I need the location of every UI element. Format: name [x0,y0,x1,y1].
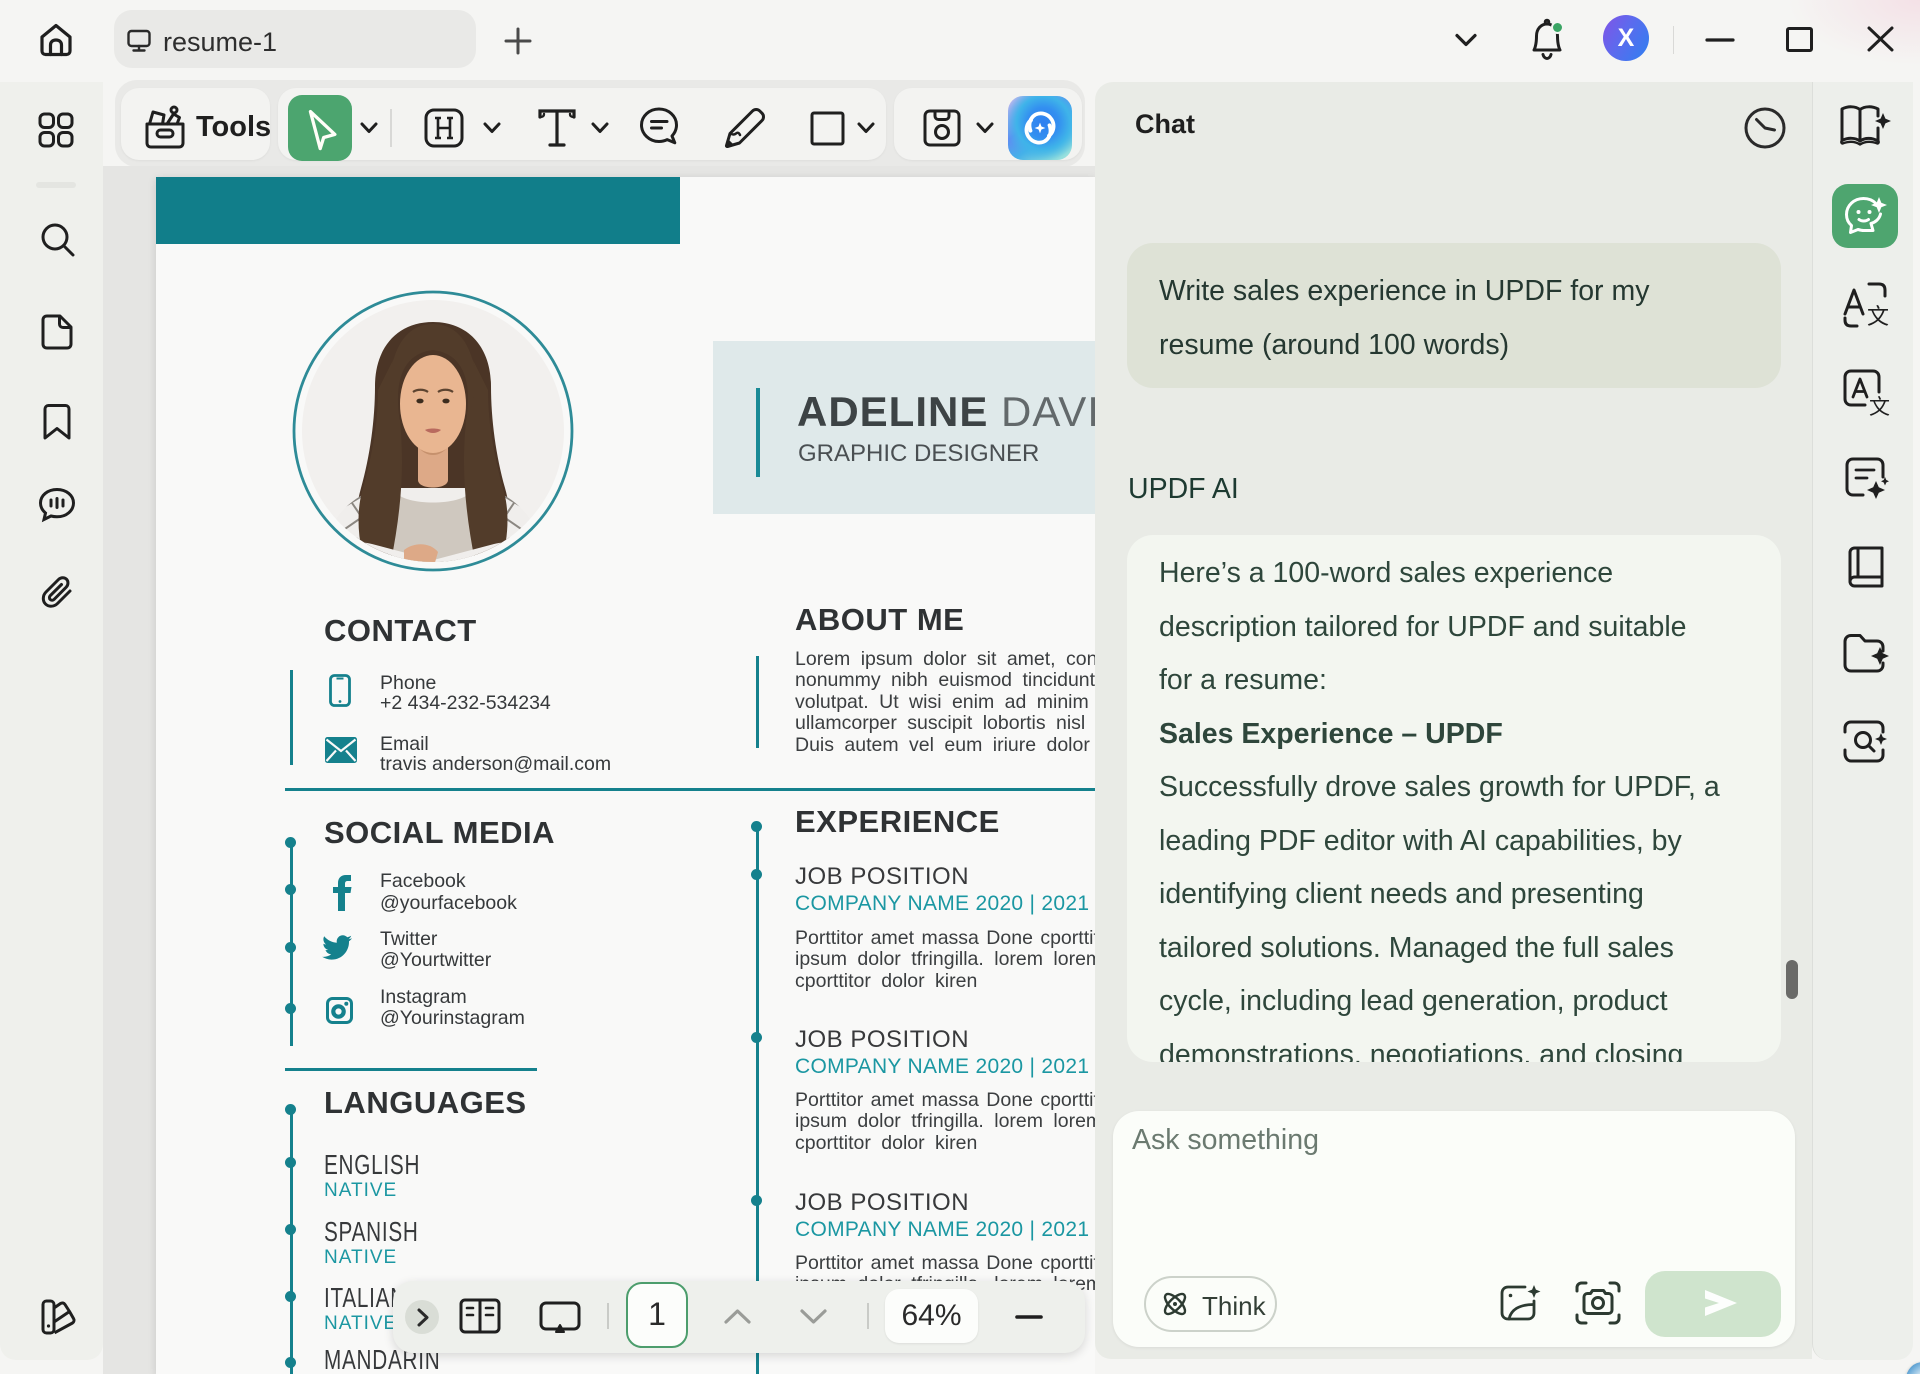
svg-text:文: 文 [1867,304,1889,329]
svg-text:文: 文 [1869,396,1890,419]
